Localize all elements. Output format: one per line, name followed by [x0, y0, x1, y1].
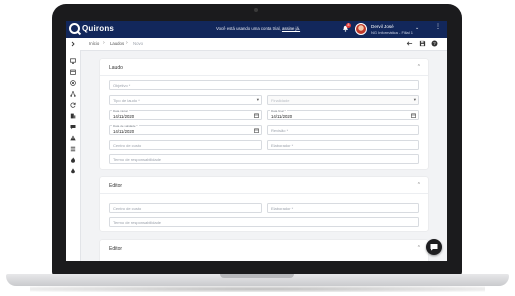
dropdown-arrow-icon: ▾ [256, 97, 259, 102]
objetivo-field[interactable]: Objetivo * [109, 80, 419, 90]
warning-icon[interactable] [70, 135, 76, 141]
editor-elaborador-placeholder: Elaborador * [271, 206, 294, 211]
chat-fab-icon [430, 244, 438, 251]
editor-termo-field[interactable]: Termo de responsabilidade [109, 217, 419, 227]
editor-card-2-title: Editor [109, 246, 123, 252]
laudo-card-title: Laudo [109, 65, 123, 71]
trial-notice: Você está usando uma conta trial, assine… [216, 26, 300, 31]
camera [254, 8, 258, 12]
finalidade-select[interactable]: Finalidade ▾ [267, 95, 419, 105]
finalidade-placeholder: Finalidade [271, 98, 290, 103]
elaborador-field[interactable]: Elaborador * [267, 140, 419, 150]
calendar-icon[interactable] [254, 128, 259, 133]
revisao-field[interactable]: Revisão * [267, 125, 419, 135]
help-icon[interactable]: ? [431, 40, 438, 47]
chat-icon[interactable] [70, 124, 76, 130]
breadcrumb-laudos[interactable]: Laudos [110, 41, 124, 46]
data-validade-field[interactable]: Data de validade * 14/11/2020 [109, 124, 262, 135]
termo-placeholder: Termo de responsabilidade [113, 157, 162, 162]
trial-text: Você está usando uma conta trial, [216, 26, 281, 31]
laptop-notch [220, 274, 294, 278]
editor-centro-custo-field[interactable]: Centro de custo [109, 203, 262, 213]
breadcrumb-current: Novo [133, 41, 144, 46]
tipo-laudo-select[interactable]: Tipo de laudo * ▾ [109, 95, 262, 105]
refresh-icon[interactable] [70, 102, 76, 108]
editor-centro-custo-placeholder: Centro de custo [113, 206, 142, 211]
app-screen: Quirons Você está usando uma conta trial… [66, 21, 447, 261]
editor-termo-placeholder: Termo de responsabilidade [113, 220, 162, 225]
more-icon[interactable]: ⋮ [435, 24, 441, 30]
termo-field[interactable]: Termo de responsabilidade [109, 154, 419, 164]
data-final-value: 14/11/2020 [271, 114, 293, 119]
objetivo-placeholder: Objetivo * [113, 83, 131, 88]
chevron-right-icon: › [103, 40, 105, 46]
data-validade-value: 14/11/2020 [113, 129, 135, 134]
sidebar [66, 38, 81, 261]
monitor-icon[interactable] [70, 58, 76, 64]
laptop-shadow [30, 286, 485, 292]
chevron-right-icon: › [126, 40, 128, 46]
user-company[interactable]: NG Informática - Filial 1 [371, 30, 413, 35]
data-final-field[interactable]: Data final * 14/11/2020 [267, 109, 419, 120]
chevron-down-icon[interactable]: ⌄ [415, 25, 419, 31]
trial-subscribe-link[interactable]: assine já. [282, 26, 300, 31]
flame-icon[interactable] [70, 157, 76, 163]
chevron-up-icon[interactable]: ⌃ [417, 182, 421, 188]
sitemap-icon[interactable] [70, 91, 76, 97]
centro-custo-placeholder: Centro de custo [113, 143, 142, 148]
app-logo[interactable]: Quirons [69, 23, 114, 34]
target-icon[interactable] [70, 80, 76, 86]
calendar-icon[interactable] [70, 69, 76, 75]
notification-badge: 8 [346, 23, 351, 28]
breadcrumb: Início › Laudos › Novo ? [80, 38, 447, 51]
editor-card-title: Editor [109, 183, 123, 189]
laudo-card: Laudo ⌃ Objetivo * Tipo de laudo * ▾ Fin… [100, 59, 428, 169]
chevron-right-icon[interactable] [70, 41, 76, 47]
avatar[interactable] [355, 23, 367, 35]
card-divider [100, 193, 428, 194]
revisao-placeholder: Revisão * [271, 128, 289, 133]
dropdown-arrow-icon: ▾ [413, 97, 416, 102]
drop-icon[interactable] [70, 168, 76, 174]
centro-custo-field[interactable]: Centro de custo [109, 140, 262, 150]
editor-card: Editor ⌃ Centro de custo Elaborador * Te… [100, 177, 428, 231]
calendar-icon[interactable] [411, 113, 416, 118]
data-inicial-field[interactable]: Data inicial 14/11/2020 [109, 109, 262, 120]
back-arrow-icon[interactable] [406, 40, 413, 47]
save-icon[interactable] [419, 40, 426, 47]
editor-elaborador-field[interactable]: Elaborador * [267, 203, 419, 213]
data-validade-label: Data de validade * [112, 124, 139, 128]
data-inicial-label: Data inicial [112, 109, 129, 113]
tipo-laudo-placeholder: Tipo de laudo * [113, 98, 140, 103]
chevron-up-icon[interactable]: ⌃ [417, 245, 421, 251]
editor-card-2: Editor ⌃ [100, 240, 428, 261]
calendar-icon[interactable] [254, 113, 259, 118]
chevron-up-icon[interactable]: ⌃ [417, 64, 421, 70]
list-icon[interactable] [70, 146, 76, 152]
logo-text: Quirons [82, 24, 115, 33]
data-inicial-value: 14/11/2020 [113, 114, 135, 119]
top-bar: Quirons Você está usando uma conta trial… [66, 21, 447, 38]
building-icon[interactable] [70, 113, 76, 119]
user-name[interactable]: Dervil José [371, 24, 394, 29]
card-divider [100, 75, 428, 76]
breadcrumb-home[interactable]: Início [89, 41, 99, 46]
chat-fab-button[interactable] [426, 239, 442, 255]
data-final-label: Data final * [270, 109, 287, 113]
elaborador-placeholder: Elaborador * [271, 143, 294, 148]
quirons-logo-icon [69, 23, 80, 34]
